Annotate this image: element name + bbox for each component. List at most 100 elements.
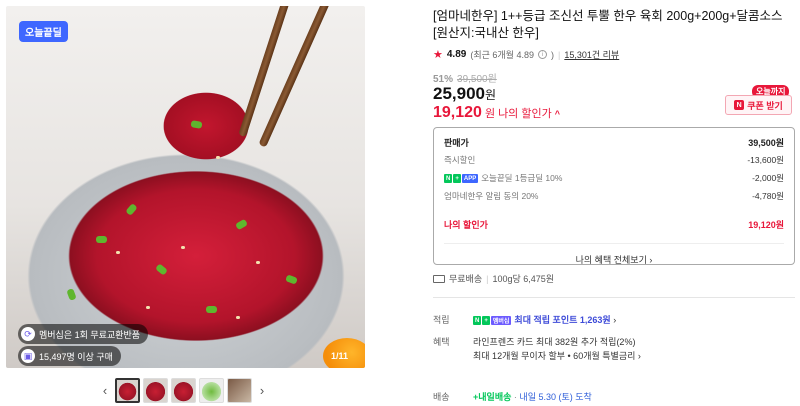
divider: | xyxy=(557,49,561,60)
price-row-label: 엄마네한우 알림 동의 20% xyxy=(444,191,539,201)
chevron-right-icon: › xyxy=(613,315,617,325)
price-row-label-wrap: N + APP 오늘끝딜 1등급딜 10% xyxy=(444,172,562,184)
garnish-onion xyxy=(190,120,203,129)
garnish-onion xyxy=(125,203,138,216)
star-icon: ★ xyxy=(433,49,443,61)
benefit-card-line: 라인프렌즈 카드 최대 382원 추가 적립(2%) xyxy=(473,337,636,347)
price-row-sale: 판매가 39,500원 xyxy=(444,133,784,151)
sesame-seed xyxy=(181,246,185,249)
naver-n-icon: N xyxy=(473,316,482,326)
price-breakdown-box: 판매가 39,500원 즉시할인 -13,600원 N + APP 오늘끝딜 1… xyxy=(433,127,795,265)
naver-n-icon: N xyxy=(444,174,453,184)
price-row-label: 판매가 xyxy=(444,137,469,148)
thumb-prev-arrow-icon[interactable]: ‹ xyxy=(98,383,112,398)
rating-note-close: ) xyxy=(550,49,554,60)
bag-icon: ▣ xyxy=(21,349,35,363)
garnish-onion xyxy=(155,263,168,276)
plus-icon: + xyxy=(453,174,461,184)
sesame-seed xyxy=(236,316,240,319)
tomorrow-delivery-brand: +내일배송 xyxy=(473,392,512,402)
image-counter: 1/11 xyxy=(330,351,348,361)
my-price-label: 나의 할인가 xyxy=(498,108,552,120)
delivery-date: 내일 5.30 (토) 도착 xyxy=(519,392,592,402)
sale-price-unit: 원 xyxy=(485,88,497,102)
discount-row: 51% 39,500원 xyxy=(433,70,497,85)
delivery-row: +내일배송 · 내일 5.30 (토) 도착 xyxy=(473,390,592,403)
benefit-label: 혜택 xyxy=(433,337,450,347)
coupon-label: 쿠폰 받기 xyxy=(747,100,783,111)
view-all-benefits-link[interactable]: 나의 혜택 전체보기 › xyxy=(444,253,784,266)
membership-return-text: 멤버십은 1회 무료교환반품 xyxy=(39,329,141,340)
points-label: 적립 xyxy=(433,315,450,325)
purchase-count-pill: ▣ 15,497명 이상 구매 xyxy=(18,346,121,366)
rating-note: (최근 6개월 4.89 xyxy=(470,50,534,60)
price-row-deal: N + APP 오늘끝딜 1등급딜 10% -2,000원 xyxy=(444,169,784,187)
price-row-label: 나의 할인가 xyxy=(444,219,488,230)
sale-price-value: 25,900 xyxy=(433,84,485,103)
price-row-value: -2,000원 xyxy=(752,173,784,183)
rating-row: ★ 4.89 (최근 6개월 4.89 i) | 15,301건 리뷰 xyxy=(433,48,619,61)
benefit-installment-text: 최대 12개월 무이자 할부 • 60개월 특별금리 xyxy=(473,351,636,361)
garnish-onion xyxy=(234,218,249,231)
price-row-value: 19,120원 xyxy=(748,219,784,230)
max-points-text: 최대 적립 포인트 1,263원 xyxy=(514,315,611,325)
price-row-value: 39,500원 xyxy=(748,137,784,148)
caret-up-icon: ^ xyxy=(554,109,560,119)
thumbnail-4[interactable] xyxy=(199,378,224,403)
shipping-summary: 무료배송 | 100g당 6,475원 xyxy=(433,272,554,285)
rating-score: 4.89 xyxy=(446,49,467,60)
thumbnail-5[interactable] xyxy=(227,378,252,403)
points-value-row[interactable]: N + 멤버십 최대 적립 포인트 1,263원 › xyxy=(473,313,616,326)
thumbnail-1[interactable] xyxy=(115,378,140,403)
garnish-onion xyxy=(285,274,298,285)
app-badge: APP xyxy=(461,174,479,184)
thumbnail-2[interactable] xyxy=(143,378,168,403)
divider xyxy=(444,243,784,244)
thumbnail-strip: ‹ › xyxy=(98,378,269,403)
membership-badge: 멤버십 xyxy=(490,316,512,326)
purchase-count-text: 15,497명 이상 구매 xyxy=(39,351,113,362)
sale-price: 25,900원 xyxy=(433,84,496,104)
price-row-label: 즉시할인 xyxy=(444,155,476,165)
price-row-my-price: 나의 할인가 19,120원 xyxy=(444,215,784,233)
product-gallery: 오늘끝딜 ⟳ 멤버십은 1회 무료교환반품 ▣ 15,497명 이상 구매 1/… xyxy=(0,0,370,406)
garnish-onion xyxy=(96,236,107,243)
chevron-right-icon: › xyxy=(649,255,653,265)
divider xyxy=(433,297,795,298)
main-product-image[interactable]: 오늘끝딜 ⟳ 멤버십은 1회 무료교환반품 ▣ 15,497명 이상 구매 1/… xyxy=(6,6,365,368)
price-row-instant: 즉시할인 -13,600원 xyxy=(444,151,784,169)
benefit-installment-line[interactable]: 최대 12개월 무이자 할부 • 60개월 특별금리 › xyxy=(473,349,641,362)
thumbnail-3[interactable] xyxy=(171,378,196,403)
refresh-icon: ⟳ xyxy=(21,327,35,341)
view-all-benefits-label: 나의 혜택 전체보기 xyxy=(575,255,647,265)
price-row-value: -13,600원 xyxy=(747,155,784,165)
dot-separator: · xyxy=(513,392,517,402)
review-count-link[interactable]: 15,301건 리뷰 xyxy=(564,48,619,61)
garnish-onion xyxy=(206,306,217,313)
sesame-seed xyxy=(116,251,120,254)
coupon-button[interactable]: N 쿠폰 받기 xyxy=(725,95,792,115)
info-icon[interactable]: i xyxy=(537,50,547,59)
truck-icon xyxy=(433,274,445,283)
delivery-label: 배송 xyxy=(433,392,450,402)
price-row-value: -4,780원 xyxy=(752,191,784,201)
chevron-right-icon: › xyxy=(637,351,641,361)
plus-icon: + xyxy=(482,316,490,326)
chopstick-2 xyxy=(258,6,335,148)
my-price-unit: 원 xyxy=(484,108,496,120)
sesame-seed xyxy=(216,156,220,159)
naver-n-icon: N xyxy=(734,100,745,110)
membership-return-pill: ⟳ 멤버십은 1회 무료교환반품 xyxy=(18,324,149,344)
sesame-seed xyxy=(146,306,150,309)
my-price-value: 19,120 xyxy=(433,104,482,121)
my-discount-price[interactable]: 19,120 원 나의 할인가 ^ xyxy=(433,104,560,122)
sesame-seed xyxy=(256,261,260,264)
product-title: [엄마네한우] 1++등급 조신선 투뿔 한우 육회 200g+200g+달콤소… xyxy=(433,9,783,40)
thumb-next-arrow-icon[interactable]: › xyxy=(255,383,269,398)
today-deal-badge: 오늘끝딜 xyxy=(19,21,68,42)
original-price: 39,500원 xyxy=(457,74,497,85)
price-row-alarm: 엄마네한우 알림 동의 20% -4,780원 xyxy=(444,187,784,205)
unit-price: 100g당 6,475원 xyxy=(492,274,555,284)
naver-membership-badge: N + 멤버십 xyxy=(473,316,512,326)
garnish-onion xyxy=(66,288,77,301)
